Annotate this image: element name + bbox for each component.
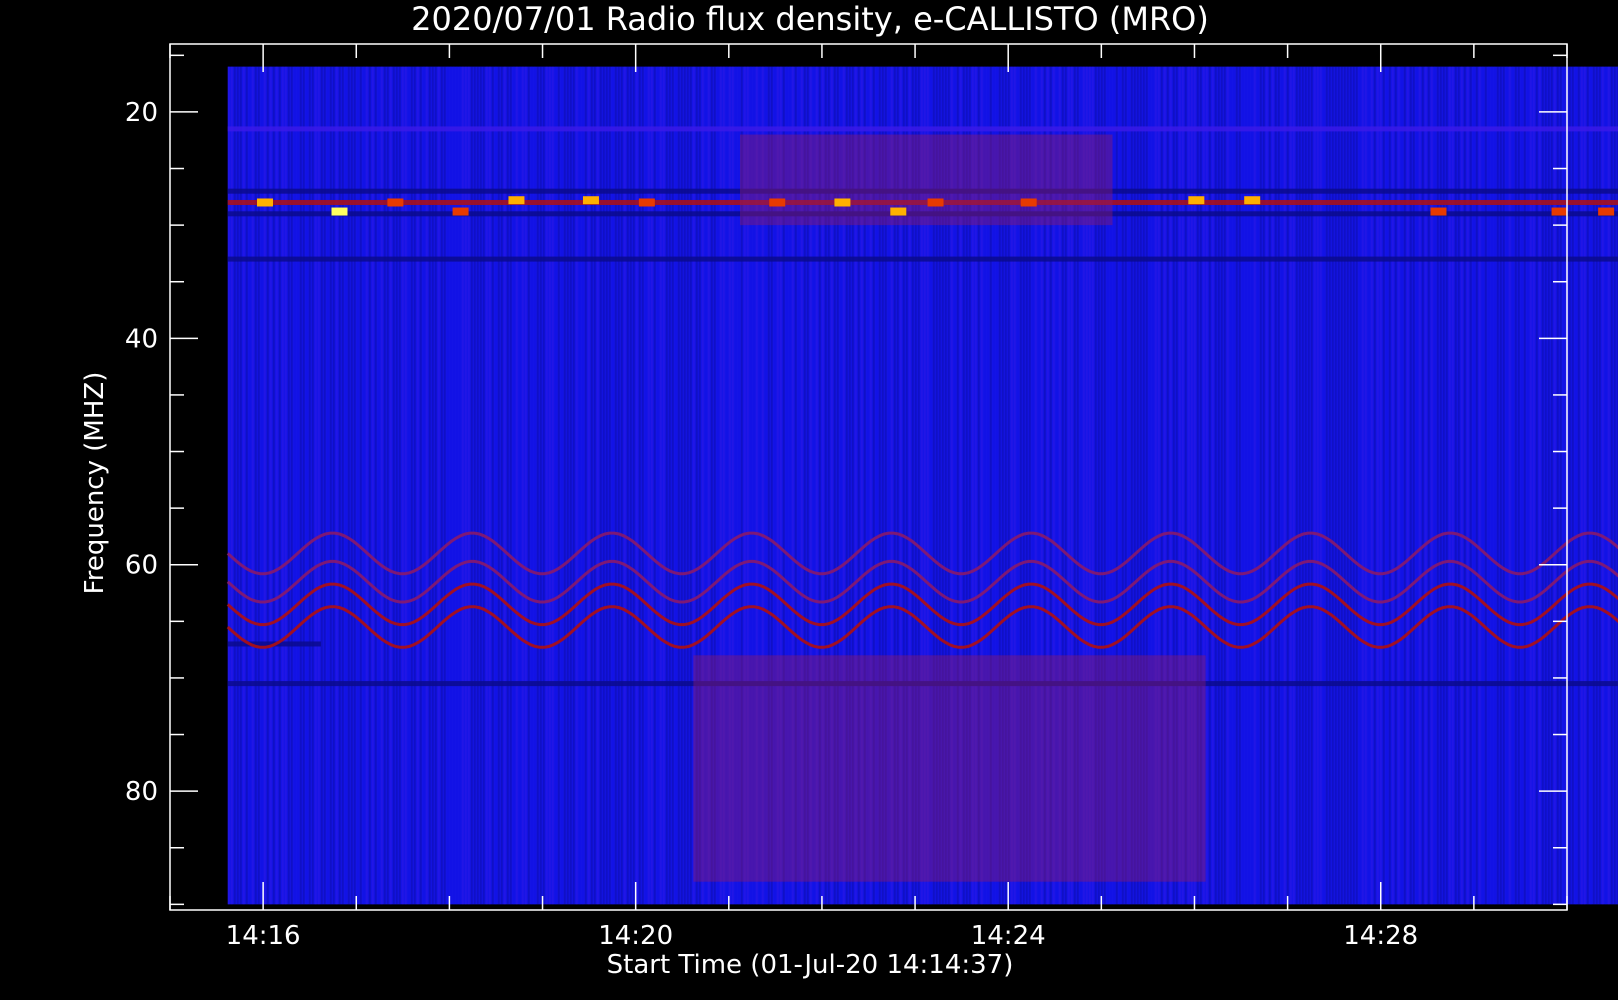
burst-spot	[890, 207, 907, 216]
burst-spot	[256, 198, 273, 207]
burst-spot	[834, 198, 851, 207]
y-tick-label: 80	[125, 777, 158, 807]
y-tick-label: 40	[125, 324, 158, 354]
burst-spot	[508, 196, 525, 205]
spectrogram-chart: 14:16 14:20 14:24 14:28 20 40 60 80 2020/07/01 …	[80, 0, 1618, 980]
burst-spot	[1188, 196, 1205, 205]
burst-spot	[927, 198, 944, 207]
emission-patch	[739, 134, 1113, 226]
y-axis-label: Frequency (MHZ)	[80, 372, 110, 595]
burst-spot	[1244, 196, 1261, 205]
burst-spot	[1430, 207, 1447, 216]
burst-spot	[331, 207, 348, 216]
emission-patch	[693, 655, 1206, 882]
y-tick-label: 20	[125, 98, 158, 128]
x-tick-label: 14:24	[971, 921, 1046, 951]
x-axis-label: Start Time (01-Jul-20 14:14:37)	[607, 950, 1014, 980]
burst-spot	[582, 196, 599, 205]
x-tick-label: 14:28	[1343, 921, 1418, 951]
burst-spot	[769, 198, 786, 207]
burst-spot	[638, 198, 655, 207]
burst-spot	[452, 207, 469, 216]
burst-spot	[1551, 207, 1568, 216]
x-tick-label: 14:16	[226, 921, 301, 951]
x-tick-label: 14:20	[598, 921, 673, 951]
burst-spot	[387, 198, 404, 207]
y-tick-label: 60	[125, 551, 158, 581]
burst-spot	[1020, 198, 1037, 207]
plot-area	[226, 66, 1618, 905]
chart-title: 2020/07/01 Radio flux density, e-CALLIST…	[411, 0, 1209, 38]
burst-spot	[1598, 207, 1615, 216]
spectral-band	[227, 256, 1618, 262]
spectral-band	[227, 126, 1618, 132]
